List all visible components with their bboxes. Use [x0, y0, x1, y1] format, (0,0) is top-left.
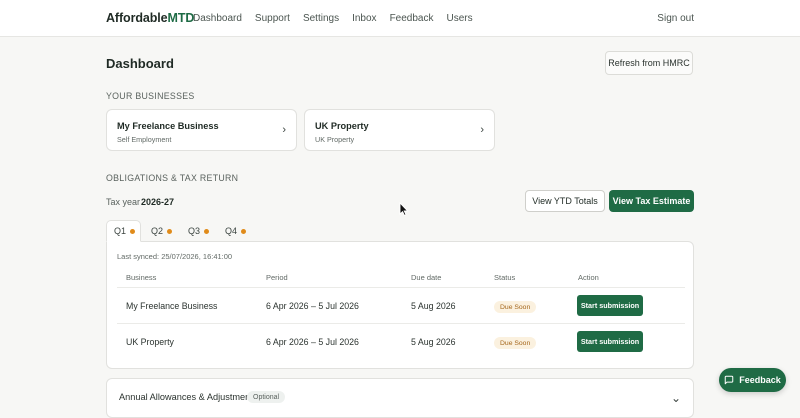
nav-dashboard[interactable]: Dashboard — [193, 13, 242, 24]
pending-dot-icon — [204, 228, 210, 234]
business-card-freelance[interactable]: My Freelance Business Self Employment › — [106, 109, 297, 151]
tab-q1[interactable]: Q1 — [106, 220, 141, 242]
tab-q2[interactable]: Q2 — [144, 220, 178, 242]
tax-year-label: Tax year — [106, 197, 141, 207]
view-ytd-totals-button[interactable]: View YTD Totals — [525, 190, 605, 212]
pending-dot-icon — [241, 228, 247, 234]
last-synced-text: Last synced: 25/07/2026, 16:41:00 — [117, 252, 233, 261]
brand-logo[interactable]: AffordableMTD — [106, 11, 194, 25]
row-due-date: 5 Aug 2026 — [411, 301, 456, 311]
sign-out-link[interactable]: Sign out — [657, 13, 694, 24]
brand-accent: MTD — [167, 11, 195, 25]
row-business: UK Property — [126, 337, 174, 347]
business-name: UK Property — [315, 121, 369, 131]
row-period: 6 Apr 2026 – 5 Jul 2026 — [266, 301, 359, 311]
nav-support[interactable]: Support — [255, 13, 290, 24]
nav-settings[interactable]: Settings — [303, 13, 339, 24]
brand-name: Affordable — [106, 11, 168, 25]
page-title: Dashboard — [106, 56, 174, 71]
row-due-date: 5 Aug 2026 — [411, 337, 456, 347]
tax-year-value[interactable]: 2026-27 — [141, 197, 174, 207]
status-badge: Due Soon — [494, 301, 537, 313]
accordion-title: Annual Allowances & Adjustments — [119, 392, 258, 402]
chevron-down-icon: ⌄ — [671, 391, 682, 405]
tab-label: Q2 — [151, 226, 164, 236]
business-name: My Freelance Business — [117, 121, 219, 131]
row-business: My Freelance Business — [126, 301, 218, 311]
column-header-due-date: Due date — [411, 273, 442, 282]
chevron-right-icon: › — [282, 124, 286, 136]
tab-label: Q3 — [188, 226, 201, 236]
tab-q3[interactable]: Q3 — [181, 220, 215, 242]
feedback-label: Feedback — [739, 375, 781, 385]
nav-users[interactable]: Users — [446, 13, 472, 24]
message-square-icon — [724, 375, 734, 385]
column-header-status: Status — [494, 273, 516, 282]
tab-label: Q1 — [114, 226, 127, 236]
pending-dot-icon — [130, 228, 136, 234]
mouse-pointer-icon — [399, 202, 409, 216]
chevron-right-icon: › — [480, 124, 484, 136]
refresh-from-hmrc-button[interactable]: Refresh from HMRC — [605, 51, 693, 75]
annual-allowances-accordion[interactable]: Annual Allowances & Adjustments Optional… — [106, 378, 694, 418]
optional-badge: Optional — [247, 391, 286, 403]
main-nav: Dashboard Support Settings Inbox Feedbac… — [193, 13, 486, 24]
tab-label: Q4 — [225, 226, 238, 236]
businesses-heading: YOUR BUSINESSES — [106, 91, 195, 101]
nav-inbox[interactable]: Inbox — [352, 13, 376, 24]
feedback-floating-button[interactable]: Feedback — [719, 368, 786, 392]
business-card-uk-property[interactable]: UK Property UK Property › — [304, 109, 495, 151]
top-navbar: AffordableMTD Dashboard Support Settings… — [0, 0, 800, 37]
obligations-heading: OBLIGATIONS & TAX RETURN — [106, 173, 239, 183]
column-header-action: Action — [578, 273, 599, 282]
pending-dot-icon — [167, 228, 173, 234]
view-tax-estimate-button[interactable]: View Tax Estimate — [609, 190, 694, 212]
business-type: Self Employment — [117, 135, 172, 144]
row-period: 6 Apr 2026 – 5 Jul 2026 — [266, 337, 359, 347]
nav-feedback[interactable]: Feedback — [390, 13, 434, 24]
tab-q4[interactable]: Q4 — [218, 220, 252, 242]
column-header-period: Period — [266, 273, 288, 282]
business-type: UK Property — [315, 135, 355, 144]
row-divider — [117, 323, 685, 324]
start-submission-button[interactable]: Start submission — [577, 331, 643, 352]
column-header-business: Business — [126, 273, 157, 282]
obligations-panel: Last synced: 25/07/2026, 16:41:00 Busine… — [106, 241, 694, 369]
status-badge: Due Soon — [494, 337, 537, 349]
start-submission-button[interactable]: Start submission — [577, 295, 643, 316]
header-divider — [117, 287, 685, 288]
